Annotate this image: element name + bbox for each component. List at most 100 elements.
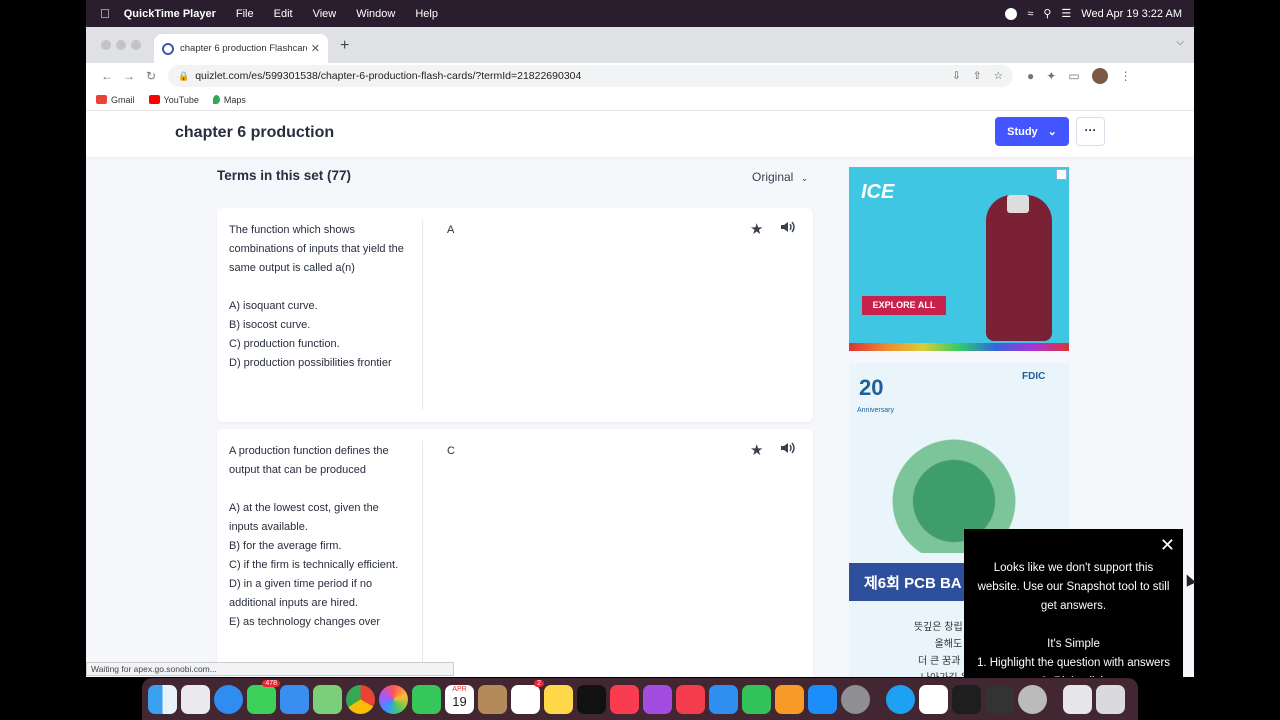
extension-record-icon[interactable]: ●: [1027, 69, 1034, 83]
music-icon[interactable]: [610, 684, 639, 714]
tab-search-chevron-icon[interactable]: ⌵: [1176, 37, 1184, 48]
macos-menu-bar:  QuickTime Player File Edit View Window…: [86, 0, 1194, 27]
study-label: Study: [1007, 125, 1038, 138]
control-center-icon[interactable]: ☰: [1061, 7, 1071, 20]
sort-label: Original: [752, 170, 794, 184]
back-icon[interactable]: ←: [96, 69, 118, 83]
sort-dropdown[interactable]: Original ⌄: [752, 170, 808, 184]
claquette-icon[interactable]: [985, 684, 1014, 714]
mail-icon[interactable]: [280, 684, 309, 714]
chevron-down-icon: ⌄: [1047, 126, 1057, 138]
quizlet-page: chapter 6 production Study ⌄ ··· Terms i…: [86, 111, 1194, 677]
ad-color-stripe: [849, 343, 1069, 351]
speaker-icon[interactable]: [779, 218, 797, 236]
bookmark-label: YouTube: [163, 94, 199, 105]
numbers-icon[interactable]: [742, 684, 771, 714]
side-panel-icon[interactable]: ▭: [1068, 69, 1079, 83]
downloads-folder-icon[interactable]: [1063, 684, 1092, 714]
sparkling-ice-ad[interactable]: ICE EXPLORE ALL: [849, 167, 1069, 351]
contacts-icon[interactable]: [478, 684, 507, 714]
slack-icon[interactable]: [919, 684, 948, 714]
close-icon[interactable]: ✕: [1160, 535, 1175, 556]
system-settings-icon[interactable]: [841, 684, 870, 714]
youtube-icon: [148, 95, 160, 104]
extensions-puzzle-icon[interactable]: ✦: [1046, 69, 1056, 83]
bookmark-gmail[interactable]: Gmail: [96, 95, 135, 105]
address-bar[interactable]: 🔒 quizlet.com/es/599301538/chapter-6-pro…: [168, 65, 1013, 87]
podcasts-icon[interactable]: [643, 684, 672, 714]
menu-view[interactable]: View: [313, 8, 337, 20]
browser-toolbar: ← → ↻ 🔒 quizlet.com/es/599301538/chapter…: [86, 63, 1194, 89]
install-icon[interactable]: ⇩: [952, 70, 961, 82]
bookmark-star-icon[interactable]: ☆: [994, 70, 1003, 82]
launchpad-icon[interactable]: [181, 684, 210, 714]
profile-avatar[interactable]: [1091, 68, 1108, 84]
card-divider: [422, 220, 423, 410]
adchoices-icon[interactable]: [1056, 169, 1067, 180]
bottle-cap: [1007, 195, 1029, 213]
share-icon[interactable]: ⇧: [973, 70, 982, 82]
set-header: chapter 6 production Study ⌄ ···: [86, 111, 1194, 157]
app-store-icon[interactable]: [808, 684, 837, 714]
menu-window[interactable]: Window: [356, 8, 395, 20]
browser-tab[interactable]: chapter 6 production Flashcards ✕: [154, 34, 328, 63]
calendar-icon[interactable]: APR 19: [445, 684, 474, 714]
finder-icon[interactable]: [148, 684, 177, 714]
study-button[interactable]: Study ⌄: [995, 117, 1069, 146]
browser-menu-icon[interactable]: ⋮: [1120, 69, 1132, 83]
safari-icon[interactable]: [214, 684, 243, 714]
quizlet-favicon-icon: [162, 42, 174, 55]
calendar-day: 19: [452, 693, 467, 709]
menu-file[interactable]: File: [236, 8, 254, 20]
term-card: A production function defines the output…: [217, 429, 813, 677]
menubar-clock[interactable]: Wed Apr 19 3:22 AM: [1081, 8, 1182, 20]
menu-edit[interactable]: Edit: [274, 8, 293, 20]
quicktime-icon[interactable]: [1018, 684, 1047, 714]
new-tab-icon[interactable]: +: [340, 37, 349, 55]
wifi-icon[interactable]: ≈: [1027, 8, 1033, 20]
pages-icon[interactable]: [775, 684, 804, 714]
facetime-icon[interactable]: [412, 684, 441, 714]
tab-close-icon[interactable]: ✕: [311, 42, 320, 55]
forward-icon[interactable]: →: [118, 69, 140, 83]
messages-icon[interactable]: 478: [247, 679, 280, 714]
trash-icon[interactable]: [1096, 684, 1125, 714]
menu-app-name[interactable]: QuickTime Player: [124, 8, 216, 20]
reload-icon[interactable]: ↻: [140, 69, 162, 83]
star-icon[interactable]: ★: [750, 220, 763, 238]
window-minimize-button[interactable]: [116, 40, 126, 50]
more-options-button[interactable]: ···: [1076, 117, 1105, 146]
reminders-badge: 2: [534, 679, 544, 687]
apple-tv-icon[interactable]: [577, 684, 606, 714]
skype-icon[interactable]: [886, 684, 915, 714]
reminders-icon[interactable]: 2: [511, 679, 544, 714]
photos-icon[interactable]: [379, 684, 408, 714]
chrome-icon[interactable]: [346, 684, 375, 714]
lock-icon[interactable]: 🔒: [178, 71, 189, 82]
bottle-image: [986, 195, 1052, 341]
bookmark-youtube[interactable]: YouTube: [148, 94, 199, 105]
term-text: The function which shows combinations of…: [229, 224, 404, 369]
bookmarks-bar: Gmail YouTube Maps: [86, 89, 1194, 111]
search-icon[interactable]: ⚲: [1043, 7, 1051, 20]
star-icon[interactable]: ★: [750, 441, 763, 459]
page-title: chapter 6 production: [175, 124, 335, 141]
popup-message: Looks like we don't support this website…: [976, 562, 1171, 677]
news-icon[interactable]: [676, 684, 705, 714]
apple-icon[interactable]: : [100, 6, 110, 21]
maps-pin-icon: [212, 95, 220, 104]
window-close-button[interactable]: [101, 40, 111, 50]
chevron-down-icon: ⌄: [800, 173, 809, 183]
maps-icon[interactable]: [313, 684, 342, 714]
notes-icon[interactable]: [544, 684, 573, 714]
record-stop-icon[interactable]: [1005, 7, 1018, 20]
explore-all-button[interactable]: EXPLORE ALL: [862, 296, 946, 315]
figma-icon[interactable]: [952, 684, 981, 714]
definition-text: C: [447, 445, 455, 457]
tab-strip: chapter 6 production Flashcards ✕ + ⌵: [86, 27, 1194, 63]
menu-help[interactable]: Help: [415, 8, 438, 20]
window-zoom-button[interactable]: [131, 40, 141, 50]
keynote-icon[interactable]: [709, 684, 738, 714]
speaker-icon[interactable]: [779, 439, 797, 457]
bookmark-maps[interactable]: Maps: [212, 95, 246, 105]
